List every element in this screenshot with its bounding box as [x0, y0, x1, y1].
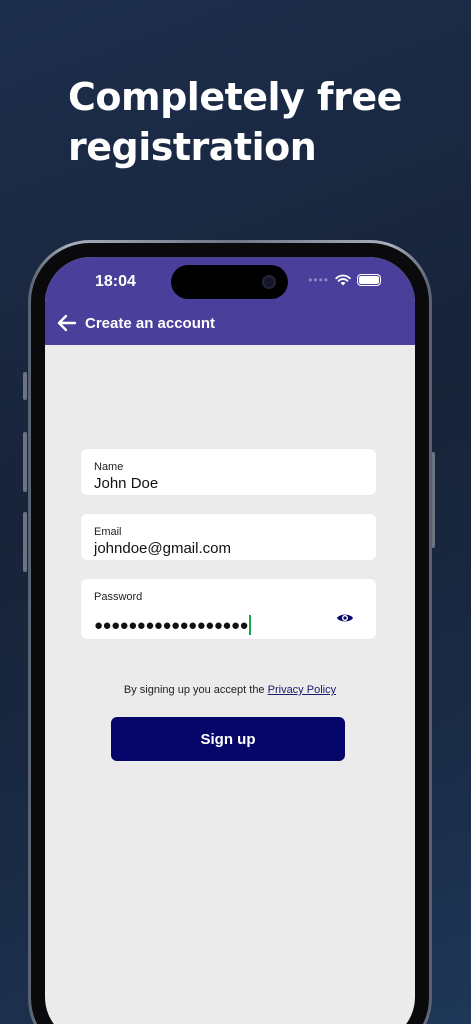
policy-label: By signing up you accept the	[123, 684, 268, 696]
status-icons: ••••	[308, 273, 381, 287]
email-label: Email	[94, 526, 122, 538]
status-time: 18:04	[95, 273, 136, 290]
name-value[interactable]: John Doe	[94, 475, 363, 492]
email-value[interactable]: johndoe@gmail.com	[94, 540, 363, 557]
text-cursor	[249, 615, 252, 635]
battery-icon	[357, 274, 381, 286]
name-label: Name	[94, 461, 124, 473]
phone-volume-up-button	[23, 432, 27, 492]
password-field[interactable]: Password ●●●●●●●●●●●●●●●●●●	[81, 579, 376, 639]
page-title: Create an account	[85, 314, 216, 332]
headline: Completely free registration	[68, 72, 402, 172]
headline-line-2: registration	[68, 125, 317, 169]
name-field[interactable]: Name John Doe	[81, 449, 376, 495]
wifi-icon	[335, 274, 351, 286]
phone-frame: 18:04 •••• Create an account Name John D…	[28, 240, 432, 1024]
password-label: Password	[94, 591, 143, 603]
sign-up-button[interactable]: Sign up	[111, 717, 345, 761]
eye-icon[interactable]	[336, 612, 354, 624]
email-field[interactable]: Email johndoe@gmail.com	[81, 514, 376, 560]
phone-action-button	[23, 372, 27, 400]
app-bar: 18:04 •••• Create an account	[45, 257, 415, 345]
signal-icon: ••••	[308, 273, 329, 287]
header-row: Create an account	[57, 313, 215, 333]
camera-icon	[262, 275, 276, 289]
phone-volume-down-button	[23, 512, 27, 572]
password-value: ●●●●●●●●●●●●●●●●●●	[94, 616, 249, 634]
phone-screen: 18:04 •••• Create an account Name John D…	[45, 257, 415, 1024]
arrow-left-icon[interactable]	[57, 313, 77, 333]
policy-text: By signing up you accept the Privacy Pol…	[45, 684, 415, 696]
dynamic-island	[171, 265, 288, 299]
headline-line-1: Completely free	[68, 75, 402, 119]
privacy-policy-link[interactable]: Privacy Policy	[268, 684, 336, 696]
password-input[interactable]: ●●●●●●●●●●●●●●●●●●	[94, 615, 252, 635]
